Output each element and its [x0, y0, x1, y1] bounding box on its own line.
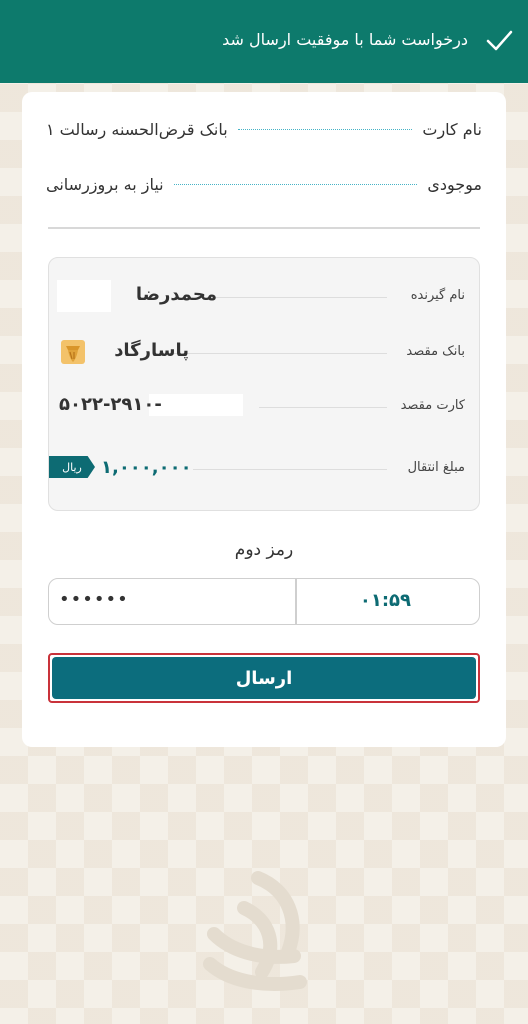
second-password-field[interactable]: •••••• ۰۱:۵۹: [48, 578, 480, 625]
dest-card-label: کارت مقصد: [400, 398, 465, 413]
row-line: [193, 469, 387, 470]
dest-card-value: ۵۰۲۲-۲۹۱۰-: [59, 394, 162, 415]
row-line: [173, 353, 387, 354]
dest-card-row: کارت مقصد ۵۰۲۲-۲۹۱۰-: [49, 392, 479, 422]
pasargad-logo-icon: [61, 340, 85, 364]
success-message: درخواست شما با موفقیت ارسال شد: [222, 30, 468, 49]
row-line: [209, 297, 387, 298]
check-icon: [486, 30, 513, 51]
password-input[interactable]: ••••••: [59, 589, 129, 610]
dest-bank-label: بانک مقصد: [406, 344, 465, 359]
brand-watermark-icon: [203, 871, 307, 991]
submit-button[interactable]: ارسال: [52, 657, 476, 699]
currency-badge: ریال: [49, 456, 95, 478]
otp-timer: ۰۱:۵۹: [359, 590, 411, 611]
divider: [48, 227, 480, 229]
field-divider: [295, 579, 297, 624]
transfer-details-box: نام گیرنده محمدرضا بانک مقصد پاسارگاد کا…: [48, 257, 480, 511]
recipient-label: نام گیرنده: [410, 288, 465, 303]
balance-value: نیاز به بروزرسانی: [46, 174, 164, 194]
card-name-value: بانک قرض‌الحسنه رسالت ۱: [46, 119, 228, 139]
transfer-card: نام کارت بانک قرض‌الحسنه رسالت ۱ موجودی …: [22, 92, 506, 747]
card-name-label: نام کارت: [422, 119, 482, 139]
recipient-value: محمدرضا: [135, 284, 217, 305]
redacted-mask: [149, 394, 243, 416]
balance-label: موجودی: [427, 174, 482, 194]
row-line: [259, 407, 387, 408]
dest-bank-row: بانک مقصد پاسارگاد: [49, 338, 479, 368]
redacted-mask: [57, 280, 111, 312]
dotted-leader: [173, 183, 418, 185]
amount-label: مبلغ انتقال: [407, 460, 465, 475]
submit-button-highlight: ارسال: [48, 653, 480, 703]
recipient-row: نام گیرنده محمدرضا: [49, 280, 479, 312]
card-name-row: نام کارت بانک قرض‌الحسنه رسالت ۱: [46, 114, 482, 144]
amount-row: مبلغ انتقال ۱,۰۰۰,۰۰۰ ریال: [49, 454, 479, 484]
amount-value: ۱,۰۰۰,۰۰۰: [101, 457, 192, 478]
dest-bank-value: پاسارگاد: [114, 340, 189, 361]
top-notification-bar: درخواست شما با موفقیت ارسال شد: [0, 0, 528, 83]
second-password-title: رمز دوم: [234, 540, 294, 560]
balance-row: موجودی نیاز به بروزرسانی: [46, 169, 482, 199]
dotted-leader: [237, 128, 413, 130]
